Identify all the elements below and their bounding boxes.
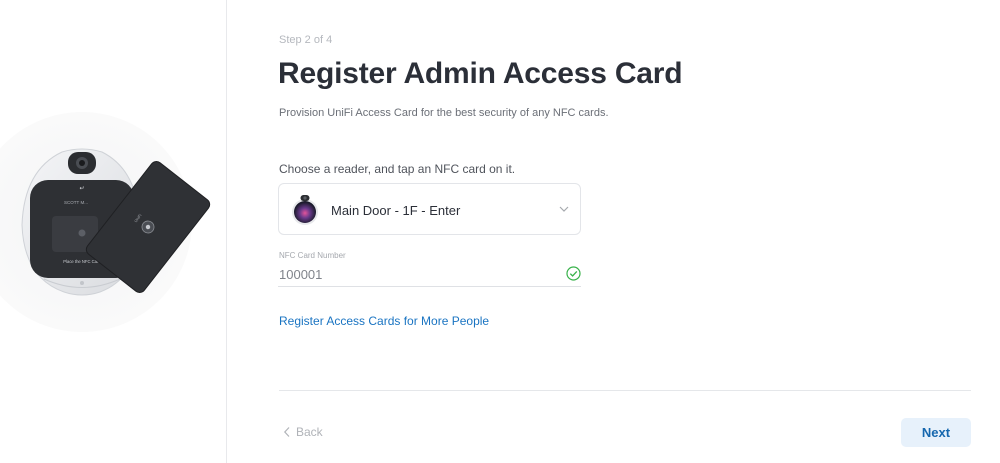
wizard-main: Step 2 of 4 Register Admin Access Card P… xyxy=(228,0,1000,463)
nfc-card-number-input[interactable] xyxy=(279,265,539,283)
back-button-label: Back xyxy=(296,425,323,439)
svg-text:↵: ↵ xyxy=(79,186,84,192)
illustration-panel: ↵ SCOTT M... Place the NFC Card UniFi xyxy=(0,0,227,463)
reader-select-label: Choose a reader, and tap an NFC card on … xyxy=(279,162,516,176)
back-button[interactable]: Back xyxy=(283,425,323,439)
chevron-down-icon xyxy=(559,206,569,212)
reader-select[interactable]: Main Door - 1F - Enter xyxy=(278,183,581,235)
nfc-reader-illustration: ↵ SCOTT M... Place the NFC Card UniFi xyxy=(0,112,211,332)
page-title: Register Admin Access Card xyxy=(278,57,683,90)
reader-selected-value: Main Door - 1F - Enter xyxy=(331,203,461,218)
footer-divider xyxy=(279,390,971,391)
chevron-left-icon xyxy=(283,427,290,437)
step-indicator: Step 2 of 4 xyxy=(279,34,333,46)
check-circle-icon xyxy=(566,266,581,281)
register-more-people-link[interactable]: Register Access Cards for More People xyxy=(279,314,489,328)
nfc-card-number-field xyxy=(278,262,581,287)
reader-camera-icon xyxy=(292,195,318,225)
next-button[interactable]: Next xyxy=(901,418,971,447)
nfc-card-number-label: NFC Card Number xyxy=(279,251,346,260)
page-subtitle: Provision UniFi Access Card for the best… xyxy=(279,107,609,119)
reader-brand-text: SCOTT M... xyxy=(64,200,88,205)
